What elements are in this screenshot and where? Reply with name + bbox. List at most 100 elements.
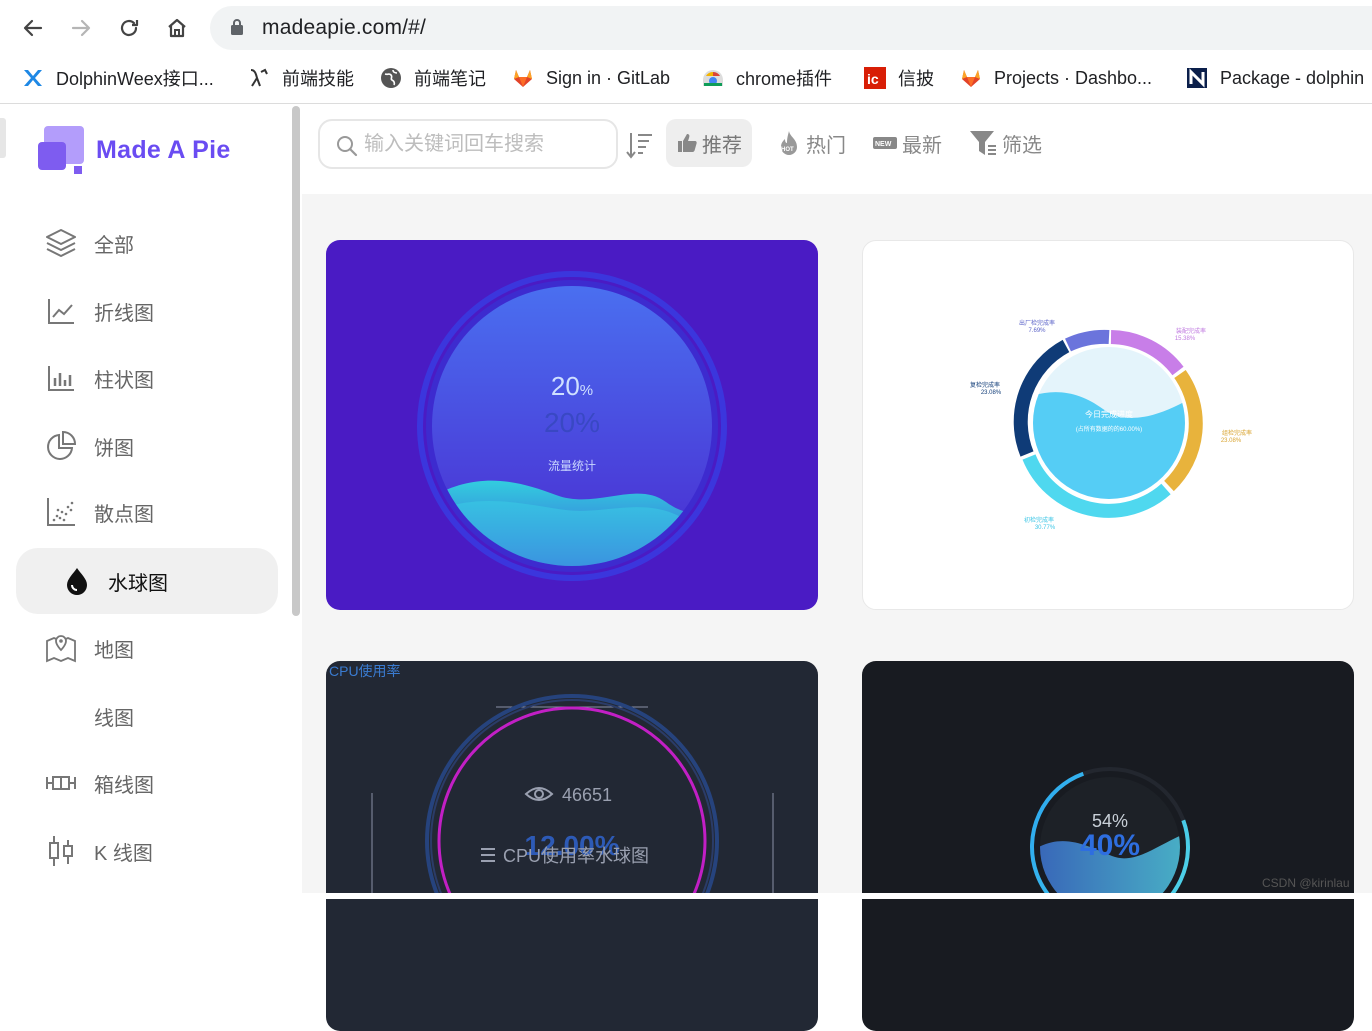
tab-hot[interactable]: HOT 热门	[766, 119, 856, 167]
liquidfill-ring-preview: 今日完成进度 (占所有数据的的60.00%) 出厂检完成率 7.69% 装配完成…	[970, 319, 1252, 531]
tab-latest[interactable]: NEW 最新	[862, 119, 952, 167]
bookmark-label: DolphinWeex接口...	[56, 69, 214, 89]
home-button[interactable]	[159, 10, 195, 46]
sidebar-item-scatter[interactable]: 散点图	[16, 479, 278, 545]
sidebar-item-label: 箱线图	[94, 774, 154, 797]
home-icon	[168, 18, 186, 38]
hot-icon: HOT	[776, 129, 802, 157]
arrow-right-icon	[71, 19, 91, 37]
n-icon	[1184, 65, 1210, 91]
cpu-views: 46651	[562, 785, 612, 805]
sidebar-item-label: 散点图	[94, 503, 154, 526]
globe-icon	[378, 65, 404, 91]
main-content: 推荐 HOT 热门 NEW 最新 筛选	[302, 104, 1372, 1031]
sidebar-item-label: 折线图	[94, 302, 154, 325]
bookmark-label: 前端笔记	[414, 69, 486, 89]
ring-label: 组检完成率	[1222, 429, 1252, 437]
cpu-liquidfill-preview: CPU使用率 46651 12.00% CPU使用率水球图	[329, 663, 774, 893]
tab-label: 最新	[902, 134, 942, 157]
sidebar-item-label: 饼图	[94, 437, 134, 460]
gauge-inner-value: 40%	[1080, 829, 1140, 862]
sidebar-item-lines[interactable]: 线图	[16, 683, 278, 749]
sidebar-item-line[interactable]: 折线图	[16, 278, 278, 344]
search-box[interactable]	[318, 119, 618, 169]
bookmark-item[interactable]: 前端技能	[246, 64, 354, 92]
back-button[interactable]	[15, 10, 51, 46]
dolphin-icon	[20, 65, 46, 91]
candlestick-icon	[44, 834, 78, 868]
sidebar-item-candlestick[interactable]: K 线图	[16, 818, 278, 884]
sidebar-edge	[0, 118, 6, 158]
gitlab-icon	[510, 65, 536, 91]
browser-chrome: madeapie.com/#/ DolphinWeex接口... 前端技能 前端…	[0, 0, 1372, 104]
app: Made A Pie 全部 折线图 柱状图 饼图 散点图 水球图 地图 线图 箱…	[0, 104, 1372, 1031]
bookmark-item[interactable]: 前端笔记	[378, 64, 486, 92]
filter-icon	[968, 128, 998, 158]
sort-icon[interactable]	[626, 130, 654, 165]
drop-icon	[60, 564, 94, 598]
liquid-ghost-value: 20%	[544, 407, 600, 438]
chart-card[interactable]: 54% 40%	[862, 661, 1354, 1031]
bookmark-label: 信披	[898, 69, 934, 89]
cpu-card-title: CPU使用率水球图	[503, 846, 649, 866]
tab-label: 推荐	[702, 134, 742, 157]
thumbs-up-icon	[676, 132, 698, 154]
sidebar-item-all[interactable]: 全部	[16, 210, 278, 276]
ring-center-title: 今日完成进度	[1085, 409, 1133, 419]
liquid-label: 流量统计	[548, 459, 596, 473]
bookmark-item[interactable]: Sign in · GitLab	[510, 64, 670, 92]
eye-icon	[524, 787, 554, 801]
ring-label-pct: 23.08%	[981, 390, 1002, 396]
bookmark-item[interactable]: Package - dolphin	[1184, 64, 1364, 92]
sidebar-item-bar[interactable]: 柱状图	[16, 345, 278, 411]
forward-button[interactable]	[63, 10, 99, 46]
sidebar-item-label: 柱状图	[94, 369, 154, 392]
tab-recommend[interactable]: 推荐	[666, 119, 752, 167]
bookmark-item[interactable]: Projects · Dashbo...	[958, 64, 1152, 92]
logo[interactable]: Made A Pie	[36, 124, 231, 176]
sidebar-item-map[interactable]: 地图	[16, 615, 278, 681]
chart-card[interactable]: CPU使用率 46651 12.00% CPU使用率水球图	[326, 661, 818, 1031]
lock-icon	[230, 18, 244, 41]
arrow-left-icon	[23, 19, 43, 37]
sidebar-item-label: K 线图	[94, 842, 153, 865]
gauge-outer-value: 54%	[1092, 811, 1128, 831]
scatter-chart-icon	[44, 495, 78, 529]
tab-label: 热门	[806, 134, 846, 157]
sidebar-scrollbar[interactable]	[292, 106, 300, 616]
reload-button[interactable]	[111, 10, 147, 46]
bottom-strip	[0, 893, 1372, 899]
bookmark-item[interactable]: ic 信披	[862, 64, 934, 92]
liquidfill-preview: 20% 20% 流量统计	[326, 240, 818, 610]
address-bar[interactable]: madeapie.com/#/	[210, 6, 1372, 50]
lambda-icon	[246, 65, 272, 91]
sidebar: Made A Pie 全部 折线图 柱状图 饼图 散点图 水球图 地图 线图 箱…	[0, 104, 300, 893]
bookmark-label: 前端技能	[282, 69, 354, 89]
svg-text:ic: ic	[867, 71, 879, 87]
new-badge-text: NEW	[875, 141, 892, 148]
logo-text: Made A Pie	[96, 135, 231, 164]
ring-center-sub: (占所有数据的的60.00%)	[1076, 425, 1142, 433]
sidebar-item-label: 水球图	[108, 572, 168, 595]
reload-icon	[120, 19, 139, 37]
bookmark-label: Package - dolphin	[1220, 67, 1365, 88]
sidebar-item-label: 地图	[94, 639, 134, 662]
chart-card[interactable]: 今日完成进度 (占所有数据的的60.00%) 出厂检完成率 7.69% 装配完成…	[862, 240, 1354, 610]
bookmark-item[interactable]: chrome插件	[700, 64, 832, 92]
tab-label: 筛选	[1002, 134, 1042, 157]
cpu-chart-title: CPU使用率	[329, 663, 401, 679]
sidebar-item-liquidfill[interactable]: 水球图	[16, 548, 278, 614]
chart-card[interactable]: 20% 20% 流量统计	[326, 240, 818, 610]
toolbar: 推荐 HOT 热门 NEW 最新 筛选	[302, 104, 1372, 194]
watermark: CSDN @kirinlau	[1262, 876, 1350, 890]
search-input[interactable]	[364, 129, 604, 159]
ring-label: 出厂检完成率	[1019, 319, 1055, 327]
bookmark-item[interactable]: DolphinWeex接口...	[20, 64, 214, 92]
sidebar-item-pie[interactable]: 饼图	[16, 413, 278, 479]
ring-label-pct: 15.38%	[1175, 336, 1196, 342]
gauge-liquidfill-preview: 54% 40%	[1030, 767, 1190, 893]
filter-button[interactable]: 筛选	[958, 119, 1052, 167]
sidebar-item-boxplot[interactable]: 箱线图	[16, 750, 278, 816]
bookmark-label: chrome插件	[736, 69, 833, 89]
map-icon	[44, 631, 78, 665]
